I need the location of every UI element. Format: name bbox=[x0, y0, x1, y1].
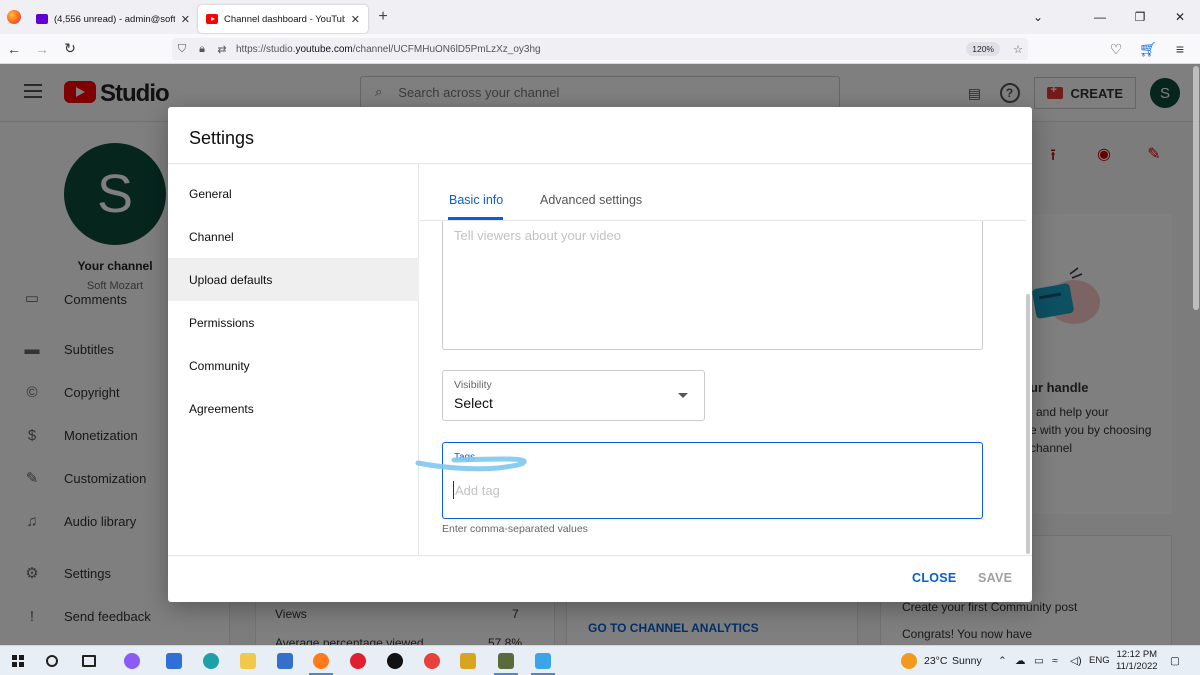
visibility-label: Visibility bbox=[454, 379, 492, 391]
bookmark-star-icon[interactable]: ☆ bbox=[1008, 43, 1028, 56]
settings-nav-agreements[interactable]: Agreements bbox=[168, 387, 419, 430]
assistant-app-icon[interactable] bbox=[124, 653, 140, 669]
lock-icon[interactable]: 🔒︎ bbox=[192, 43, 212, 56]
settings-dialog: Settings General Channel Upload defaults… bbox=[168, 107, 1032, 602]
close-button[interactable]: CLOSE bbox=[912, 571, 957, 585]
upload-defaults-panel: Basic info Advanced settings Tell viewer… bbox=[420, 164, 1032, 555]
visibility-select[interactable]: Visibility Select bbox=[442, 370, 705, 421]
clock-time: 12:12 PM bbox=[1116, 649, 1158, 660]
tags-input[interactable] bbox=[453, 481, 953, 499]
settings-nav-general[interactable]: General bbox=[168, 172, 419, 215]
battery-icon[interactable]: ▭ bbox=[1034, 655, 1044, 667]
tab-title: Channel dashboard - YouTube Stu bbox=[224, 13, 345, 25]
visibility-value: Select bbox=[454, 395, 493, 411]
cart-icon[interactable]: 🛒︎ bbox=[1134, 41, 1162, 58]
save-button[interactable]: SAVE bbox=[978, 571, 1012, 585]
restore-icon[interactable]: ❐ bbox=[1120, 10, 1160, 24]
app-menu-icon[interactable]: ≡ bbox=[1166, 41, 1194, 57]
settings-nav: General Channel Upload defaults Permissi… bbox=[168, 164, 419, 555]
input-language[interactable]: ENG bbox=[1089, 655, 1110, 666]
new-tab-button[interactable]: + bbox=[368, 8, 398, 26]
list-tabs-icon[interactable]: ⌄ bbox=[1018, 10, 1058, 24]
weather-condition[interactable]: Sunny bbox=[952, 655, 982, 667]
opera-browser-icon[interactable] bbox=[350, 653, 366, 669]
tab-basic-info[interactable]: Basic info bbox=[449, 193, 503, 207]
tab-title: (4,556 unread) - admin@softmoza bbox=[54, 13, 175, 25]
panel-scrollbar[interactable] bbox=[1026, 294, 1030, 554]
shield-icon[interactable]: ⛉ bbox=[172, 43, 192, 56]
edge-browser-icon[interactable] bbox=[203, 653, 219, 669]
pinned-app-icon[interactable] bbox=[531, 653, 555, 675]
dropdown-arrow-icon bbox=[678, 393, 688, 398]
store-app-icon[interactable] bbox=[277, 653, 293, 669]
browser-tab-bar: (4,556 unread) - admin@softmoza ✕ Channe… bbox=[0, 0, 1200, 34]
firefox-menu-button[interactable] bbox=[0, 0, 28, 34]
search-icon[interactable] bbox=[46, 655, 58, 667]
pinned-app-icon[interactable] bbox=[494, 653, 518, 675]
divider bbox=[168, 555, 1032, 556]
minimize-icon[interactable]: — bbox=[1080, 10, 1120, 24]
pinned-app-icon[interactable] bbox=[460, 653, 476, 669]
pocket-icon[interactable]: ♡ bbox=[1102, 41, 1130, 58]
wifi-icon[interactable]: ≈ bbox=[1052, 655, 1058, 667]
browser-nav-bar: ← → ↻ ⛉ 🔒︎ ⇄ https://studio.youtube.com/… bbox=[0, 34, 1200, 64]
close-tab-icon[interactable]: ✕ bbox=[181, 13, 190, 26]
settings-nav-upload-defaults[interactable]: Upload defaults bbox=[168, 258, 419, 301]
youtube-favicon-icon bbox=[206, 14, 218, 24]
notifications-icon[interactable]: ▢ bbox=[1170, 655, 1180, 667]
dialog-title: Settings bbox=[189, 128, 255, 148]
description-placeholder: Tell viewers about your video bbox=[454, 228, 621, 243]
task-view-icon[interactable] bbox=[82, 655, 96, 667]
back-arrow-icon[interactable]: ← bbox=[0, 41, 28, 57]
mail-favicon-icon bbox=[36, 14, 48, 24]
mail-app-icon[interactable] bbox=[166, 653, 182, 669]
url-text[interactable]: https://studio.youtube.com/channel/UCFMH… bbox=[232, 44, 966, 55]
reload-icon[interactable]: ↻ bbox=[56, 40, 84, 57]
annotation-scribble bbox=[415, 456, 527, 472]
settings-nav-permissions[interactable]: Permissions bbox=[168, 301, 419, 344]
system-clock[interactable]: 12:12 PM 11/1/2022 bbox=[1116, 649, 1158, 673]
browser-tab-mail[interactable]: (4,556 unread) - admin@softmoza ✕ bbox=[28, 5, 198, 33]
tiktok-app-icon[interactable] bbox=[387, 653, 403, 669]
browser-tab-youtube[interactable]: Channel dashboard - YouTube Stu ✕ bbox=[198, 5, 368, 33]
address-bar[interactable]: ⛉ 🔒︎ ⇄ https://studio.youtube.com/channe… bbox=[172, 38, 1028, 60]
close-window-icon[interactable]: ✕ bbox=[1160, 10, 1200, 24]
tags-help-text: Enter comma-separated values bbox=[442, 523, 588, 535]
active-tab-indicator bbox=[448, 217, 503, 220]
sun-weather-icon[interactable] bbox=[901, 653, 917, 669]
firefox-taskbar-icon[interactable] bbox=[309, 653, 333, 675]
speaker-icon[interactable]: ◁) bbox=[1070, 655, 1082, 667]
settings-nav-community[interactable]: Community bbox=[168, 344, 419, 387]
windows-taskbar: 23°C Sunny ⌃ ☁ ▭ ≈ ◁) ENG 12:12 PM 11/1/… bbox=[0, 645, 1200, 675]
firefox-icon bbox=[7, 10, 21, 24]
zoom-level-badge[interactable]: 120% bbox=[966, 42, 1000, 56]
yandex-browser-icon[interactable] bbox=[424, 653, 440, 669]
cloud-icon[interactable]: ☁ bbox=[1015, 655, 1026, 667]
description-textarea[interactable]: Tell viewers about your video bbox=[442, 221, 983, 350]
weather-temperature[interactable]: 23°C bbox=[924, 655, 947, 667]
windows-start-icon[interactable] bbox=[12, 655, 24, 667]
tray-overflow-icon[interactable]: ⌃ bbox=[998, 655, 1007, 667]
forward-arrow-icon[interactable]: → bbox=[28, 41, 56, 57]
permissions-icon[interactable]: ⇄ bbox=[212, 43, 232, 56]
page-scrollbar[interactable] bbox=[1193, 66, 1199, 310]
settings-tabs: Basic info Advanced settings bbox=[420, 164, 1026, 221]
file-explorer-icon[interactable] bbox=[240, 653, 256, 669]
tab-advanced-settings[interactable]: Advanced settings bbox=[540, 193, 642, 207]
settings-nav-channel[interactable]: Channel bbox=[168, 215, 419, 258]
clock-date: 11/1/2022 bbox=[1116, 661, 1158, 672]
close-tab-icon[interactable]: ✕ bbox=[351, 13, 360, 26]
